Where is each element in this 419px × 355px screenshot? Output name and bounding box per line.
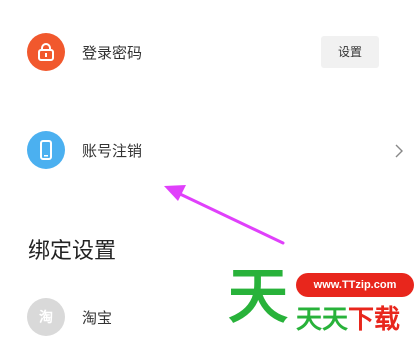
lock-icon (27, 33, 65, 71)
login-password-label: 登录密码 (82, 44, 143, 62)
account-cancel-label: 账号注销 (82, 142, 143, 160)
taobao-icon-text: 淘 (39, 310, 53, 326)
taobao-icon: 淘 (27, 298, 65, 336)
set-password-button[interactable]: 设置 (321, 36, 379, 68)
watermark-url: www.TTzip.com (296, 273, 414, 297)
binding-section-title: 绑定设置 (28, 239, 117, 264)
binding-item-label: 淘宝 (82, 309, 113, 327)
binding-item-taobao[interactable]: 淘 淘宝 (0, 295, 419, 341)
phone-icon (27, 131, 65, 169)
account-cancel-row[interactable]: 账号注销 (0, 128, 419, 174)
login-password-row: 登录密码 设置 (0, 30, 419, 76)
chevron-right-icon (395, 144, 403, 158)
